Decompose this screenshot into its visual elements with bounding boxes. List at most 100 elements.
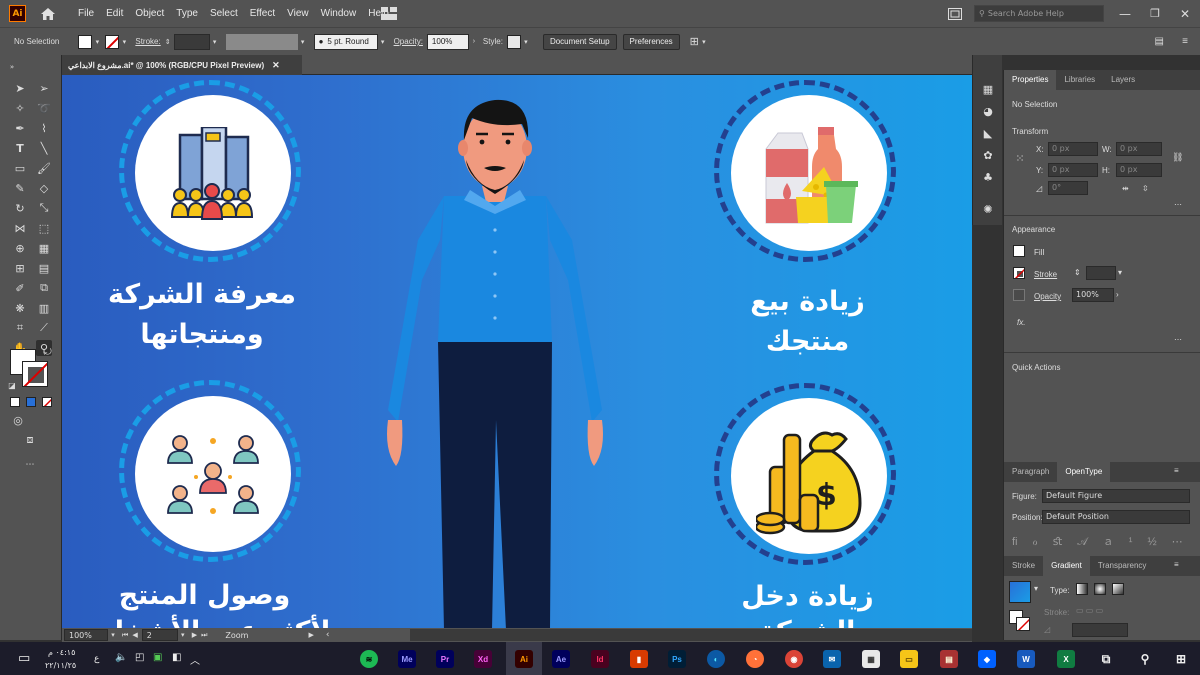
menu-effect[interactable]: Effect — [244, 8, 281, 19]
gradient-stroke-swatch[interactable] — [1016, 617, 1030, 631]
office-icon[interactable]: ▮ — [630, 650, 648, 668]
stroke-gradient-options[interactable]: ▭ ▭ ▭ — [1076, 606, 1103, 615]
variable-width-field[interactable] — [225, 33, 298, 50]
tab-gradient[interactable]: Gradient — [1043, 556, 1090, 576]
artboard-number-field[interactable]: 2 — [141, 629, 178, 641]
task-view-icon[interactable]: ⧉ — [1097, 650, 1115, 668]
document-tab[interactable]: مشروع الابداعي.ai* @ 100% (RGB/CPU Pixel… — [62, 55, 302, 75]
free-transform-tool-icon[interactable]: ⬚ — [36, 220, 52, 236]
more-options-icon[interactable]: ⋯ — [1174, 335, 1182, 344]
graph-tool-icon[interactable]: ▥ — [36, 300, 52, 316]
fill-swatch[interactable] — [78, 34, 93, 49]
meet-now-icon[interactable]: ◧ — [172, 652, 181, 663]
chevron-down-icon[interactable]: ▾ — [378, 38, 388, 46]
tab-properties[interactable]: Properties — [1004, 70, 1057, 90]
pen-tool-icon[interactable]: ✒ — [12, 120, 28, 136]
flip-vertical-icon[interactable]: ⇳ — [1142, 184, 1149, 193]
stroke-weight-field[interactable] — [1086, 266, 1116, 280]
chevron-down-icon[interactable]: ▾ — [298, 38, 308, 46]
h-field[interactable]: 0 px — [1116, 163, 1162, 177]
align-icon[interactable]: ⊞ — [690, 35, 699, 48]
rotate-tool-icon[interactable]: ↻ — [12, 200, 28, 216]
artboard-canvas[interactable]: معرفة الشركة ومنتجاتها وصول المنتج لأكثر… — [62, 75, 972, 628]
scroll-left-icon[interactable]: ‹ — [326, 630, 330, 640]
dropbox-icon[interactable]: ◆ — [978, 650, 996, 668]
gradient-angle-field[interactable] — [1072, 623, 1128, 637]
preferences-button[interactable]: Preferences — [622, 33, 680, 50]
tab-opentype[interactable]: OpenType — [1057, 462, 1111, 482]
close-icon[interactable]: ✕ — [272, 60, 280, 71]
default-colors-icon[interactable]: ◪ — [4, 377, 20, 393]
position-dropdown[interactable]: Default Position — [1042, 510, 1190, 524]
menu-file[interactable]: File — [72, 8, 100, 19]
brushes-panel-icon[interactable]: ✿ — [980, 147, 996, 163]
mesh-tool-icon[interactable]: ⊞ — [12, 260, 28, 276]
illustrator-icon[interactable]: Ai — [515, 650, 533, 668]
figure-dropdown[interactable]: Default Figure — [1042, 489, 1190, 503]
stroke-label[interactable]: Stroke — [1034, 270, 1057, 279]
opacity-field[interactable]: 100% — [426, 33, 469, 50]
search-help-input[interactable]: ⚲ Search Adobe Help — [974, 5, 1104, 22]
stroke-color-swatch[interactable] — [22, 361, 48, 387]
excel-icon[interactable]: X — [1057, 650, 1075, 668]
tab-transparency[interactable]: Transparency — [1090, 556, 1155, 576]
type-tool-icon[interactable]: T — [12, 140, 28, 156]
graphic-styles-icon[interactable]: ✺ — [980, 201, 996, 217]
menu-window[interactable]: Window — [315, 8, 363, 19]
chevron-right-icon[interactable]: › — [469, 38, 479, 45]
arrange-documents-icon[interactable] — [948, 7, 962, 20]
w-field[interactable]: 0 px — [1116, 142, 1162, 156]
stroke-swatch[interactable] — [105, 34, 120, 49]
slice-tool-icon[interactable]: ⟋ — [36, 320, 52, 336]
stroke-label[interactable]: Stroke: — [135, 37, 160, 46]
paintbrush-tool-icon[interactable]: 🖌 — [36, 160, 52, 176]
angle-field[interactable]: 0° — [1048, 181, 1088, 195]
fill-swatch[interactable] — [1013, 245, 1025, 257]
start-menu-icon[interactable]: ⊞ — [1172, 650, 1190, 668]
eraser-tool-icon[interactable]: ◇ — [36, 180, 52, 196]
panel-options-icon[interactable]: ≡ — [1182, 36, 1188, 47]
symbol-sprayer-tool-icon[interactable]: ❋ — [12, 300, 28, 316]
stroke-swatch[interactable] — [1013, 267, 1025, 279]
panel-collapse-icon[interactable]: » — [4, 59, 20, 75]
first-artboard-icon[interactable]: ⏮ — [122, 631, 128, 640]
curvature-tool-icon[interactable]: ⌇ — [36, 120, 52, 136]
menu-view[interactable]: View — [281, 8, 315, 19]
chevron-down-icon[interactable]: ▾ — [108, 631, 118, 639]
line-tool-icon[interactable]: ╲ — [36, 140, 52, 156]
magic-wand-tool-icon[interactable]: ✧ — [12, 100, 28, 116]
store-icon[interactable]: ▦ — [862, 650, 880, 668]
menu-object[interactable]: Object — [129, 8, 170, 19]
language-indicator[interactable]: ع — [94, 654, 99, 664]
eyedropper-tool-icon[interactable]: ✐ — [12, 280, 28, 296]
gradient-mode-icon[interactable] — [26, 397, 36, 407]
perspective-grid-tool-icon[interactable]: ▦ — [36, 240, 52, 256]
shaper-tool-icon[interactable]: ✎ — [12, 180, 28, 196]
chevron-down-icon[interactable]: ▾ — [699, 38, 709, 46]
chevron-down-icon[interactable]: ▾ — [521, 38, 531, 46]
premiere-icon[interactable]: Pr — [436, 650, 454, 668]
stroke-stepper-icon[interactable]: ⇕ — [1074, 268, 1081, 277]
direct-selection-tool-icon[interactable]: ➢ — [36, 80, 52, 96]
chevron-down-icon[interactable]: ▾ — [1118, 268, 1122, 277]
menu-select[interactable]: Select — [204, 8, 244, 19]
chevron-down-icon[interactable]: ▾ — [178, 631, 188, 639]
close-button[interactable]: ✕ — [1170, 7, 1200, 21]
xd-icon[interactable]: Xd — [474, 650, 492, 668]
panel-menu-icon[interactable]: ≡ — [1174, 560, 1179, 569]
panel-menu-icon[interactable]: ≡ — [1174, 466, 1179, 475]
notification-icon[interactable]: ▭ — [18, 651, 30, 666]
chrome-icon[interactable]: ◉ — [785, 650, 803, 668]
home-icon[interactable] — [40, 7, 56, 21]
flip-horizontal-icon[interactable]: ⇹ — [1122, 184, 1129, 193]
color-guide-icon[interactable]: ◕ — [980, 103, 996, 119]
tab-layers[interactable]: Layers — [1103, 70, 1143, 90]
tab-paragraph[interactable]: Paragraph — [1004, 462, 1057, 482]
x-field[interactable]: 0 px — [1048, 142, 1098, 156]
color-mode-icon[interactable] — [10, 397, 20, 407]
chevron-down-icon[interactable]: ▾ — [1034, 584, 1038, 593]
word-icon[interactable]: W — [1017, 650, 1035, 668]
style-swatch[interactable] — [506, 34, 521, 49]
reference-point-icon[interactable]: ⁙ — [1012, 150, 1028, 166]
brush-definition[interactable]: ● 5 pt. Round — [313, 33, 378, 50]
